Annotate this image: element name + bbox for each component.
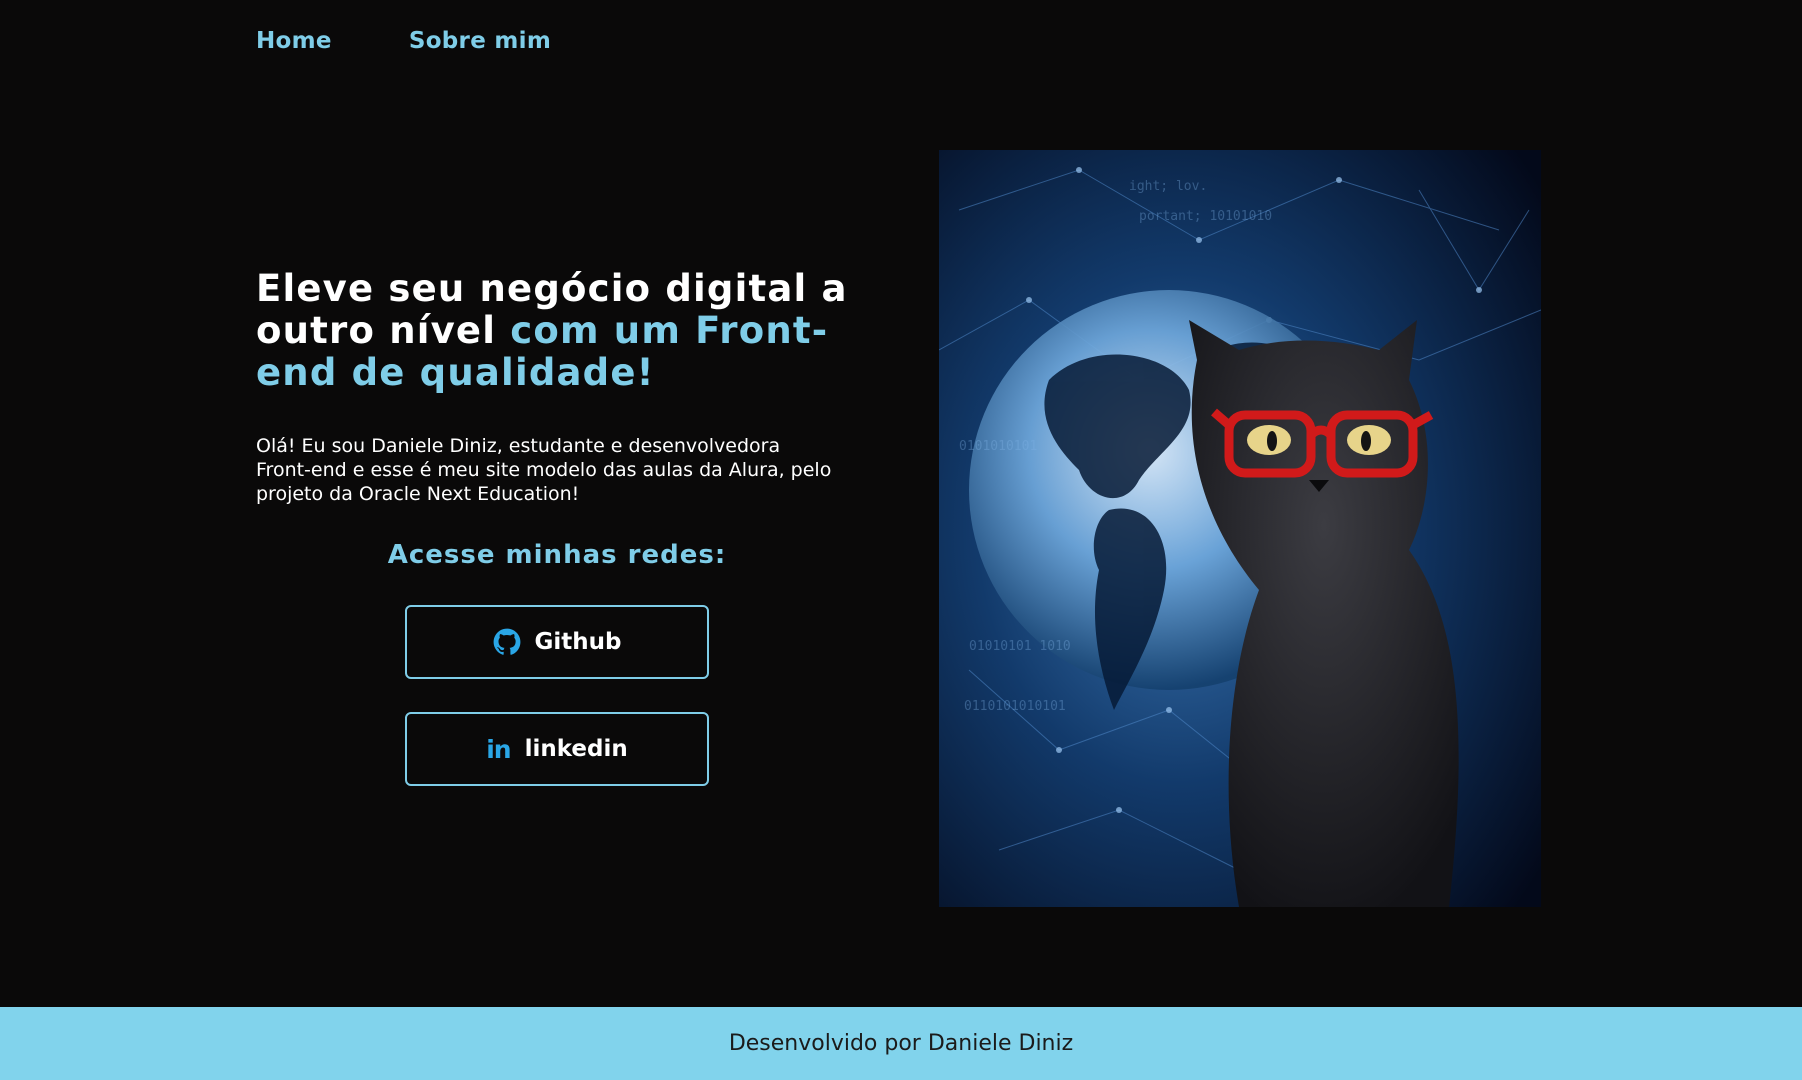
hero-intro-paragraph: Olá! Eu sou Daniele Diniz, estudante e d… [256, 435, 832, 505]
svg-text:0101010101: 0101010101 [959, 439, 1037, 454]
hero-cat-image: 0101010101 01010101 1010 0110101010101 i… [939, 150, 1541, 907]
linkedin-button-label: linkedin [524, 736, 628, 762]
hero-headline: Eleve seu negócio digital a outro nível … [256, 268, 866, 394]
github-button[interactable]: Github [405, 605, 709, 679]
top-nav: Home Sobre mim [256, 28, 551, 54]
footer: Desenvolvido por Daniele Diniz [0, 1007, 1802, 1080]
social-title: Acesse minhas redes: [387, 540, 727, 570]
hero-section: Eleve seu negócio digital a outro nível … [256, 268, 866, 506]
nav-home-link[interactable]: Home [256, 28, 332, 54]
nav-about-link[interactable]: Sobre mim [409, 28, 551, 54]
svg-text:ight; lov.: ight; lov. [1129, 179, 1207, 194]
github-icon [493, 628, 521, 656]
linkedin-button[interactable]: in linkedin [405, 712, 709, 786]
svg-text:portant; 10101010: portant; 10101010 [1139, 209, 1272, 224]
github-button-label: Github [534, 629, 622, 655]
footer-credit-text: Desenvolvido por Daniele Diniz [728, 1031, 1074, 1056]
linkedin-icon: in [486, 734, 511, 764]
svg-text:01010101 1010: 01010101 1010 [969, 639, 1071, 654]
svg-text:0110101010101: 0110101010101 [964, 699, 1066, 714]
